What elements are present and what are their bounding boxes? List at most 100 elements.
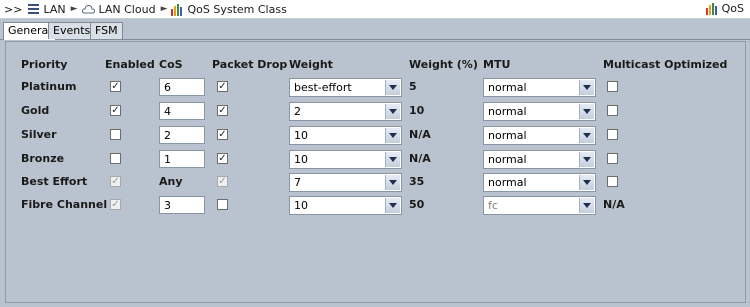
packet-drop-checkbox[interactable] [217,199,228,210]
priority-label: Platinum [21,80,77,93]
chevron-down-icon[interactable] [385,152,400,167]
weight-percent: N/A [409,152,431,165]
packet-drop-checkbox[interactable]: ✓ [217,129,228,140]
breadcrumb-label-lan-cloud: LAN Cloud [98,2,156,16]
list-icon [28,4,40,14]
chevron-down-icon[interactable] [579,80,594,95]
mtu-value: normal [488,105,527,118]
enabled-checkbox[interactable]: ✓ [110,105,121,116]
packet-drop-checkbox[interactable]: ✓ [217,81,228,92]
mtu-dropdown[interactable]: normal [483,150,596,169]
chevron-down-icon[interactable] [579,198,594,213]
chevron-down-icon[interactable] [385,104,400,119]
mtu-dropdown[interactable]: normal [483,126,596,145]
cos-value: Any [159,175,183,188]
chevron-down-icon[interactable] [385,128,400,143]
chevron-down-icon[interactable] [579,104,594,119]
header-multicast: Multicast Optimized [603,58,728,71]
header-weight: Weight [289,58,333,71]
breadcrumb-bar: >> LAN ► LAN Cloud ► QoS System Class Qo… [0,0,750,19]
packet-drop-checkbox: ✓ [217,176,228,187]
multicast-na: N/A [603,198,625,211]
multicast-checkbox[interactable] [607,81,618,92]
qos-icon [171,3,183,16]
mtu-value: normal [488,81,527,94]
mtu-value: normal [488,129,527,142]
packet-drop-checkbox[interactable]: ✓ [217,153,228,164]
chevron-right-icon: ► [160,4,168,14]
cos-input[interactable]: 2 [159,126,205,144]
header-mtu: MTU [483,58,511,71]
header-weight-pct: Weight (%) [409,58,478,71]
header-cos: CoS [159,58,183,71]
priority-label: Bronze [21,152,65,165]
mtu-dropdown[interactable]: fc [483,196,596,215]
weight-value: 7 [294,176,301,189]
multicast-checkbox[interactable] [607,153,618,164]
weight-dropdown[interactable]: 10 [289,196,402,215]
breadcrumb-expand[interactable]: >> [4,3,22,16]
chevron-down-icon[interactable] [579,175,594,190]
cos-input[interactable]: 3 [159,196,205,214]
packet-drop-checkbox[interactable]: ✓ [217,105,228,116]
priority-label: Best Effort [21,175,88,188]
enabled-checkbox[interactable] [110,153,121,164]
qos-icon [705,2,718,15]
enabled-checkbox[interactable] [110,129,121,140]
multicast-checkbox[interactable] [607,176,618,187]
cos-input[interactable]: 1 [159,150,205,168]
breadcrumb-item-lan-cloud[interactable]: LAN Cloud [81,2,156,16]
header-enabled: Enabled [105,58,155,71]
header-priority: Priority [21,58,68,71]
mtu-value: normal [488,153,527,166]
enabled-checkbox[interactable]: ✓ [110,81,121,92]
chevron-down-icon[interactable] [385,175,400,190]
weight-percent: 35 [409,175,425,188]
weight-dropdown[interactable]: 10 [289,126,402,145]
weight-dropdown[interactable]: best-effort [289,78,402,97]
mtu-dropdown[interactable]: normal [483,78,596,97]
chevron-down-icon[interactable] [385,198,400,213]
chevron-right-icon: ► [70,4,78,14]
chevron-down-icon[interactable] [579,128,594,143]
weight-value: 2 [294,105,301,118]
weight-value: 10 [294,153,308,166]
tab-strip: General Events FSM [0,19,750,40]
multicast-checkbox[interactable] [607,129,618,140]
chevron-down-icon[interactable] [385,80,400,95]
priority-label: Fibre Channel [21,198,108,211]
tab-events[interactable]: Events [48,22,96,39]
weight-dropdown[interactable]: 2 [289,102,402,121]
window-title: QoS [705,2,744,15]
mtu-value: normal [488,176,527,189]
window-title-label: QoS [721,2,744,15]
breadcrumb-label-lan: LAN [43,2,66,16]
breadcrumb-item-lan[interactable]: LAN [28,2,66,16]
priority-label: Gold [21,104,50,117]
priority-label: Silver [21,128,57,141]
mtu-value: fc [488,199,498,212]
weight-dropdown[interactable]: 10 [289,150,402,169]
mtu-dropdown[interactable]: normal [483,173,596,192]
chevron-down-icon[interactable] [579,152,594,167]
enabled-checkbox: ✓ [110,199,121,210]
multicast-checkbox[interactable] [607,105,618,116]
weight-value: 10 [294,129,308,142]
weight-dropdown[interactable]: 7 [289,173,402,192]
weight-value: 10 [294,199,308,212]
weight-percent: 5 [409,80,417,93]
breadcrumb-label-qos: QoS System Class [187,2,287,16]
mtu-dropdown[interactable]: normal [483,102,596,121]
breadcrumb-item-qos[interactable]: QoS System Class [171,2,287,16]
weight-value: best-effort [294,81,352,94]
weight-percent: 50 [409,198,425,211]
cloud-icon [81,4,95,14]
enabled-checkbox: ✓ [110,176,121,187]
qos-class-panel: Priority Enabled CoS Packet Drop Weight … [5,41,746,303]
cos-input[interactable]: 4 [159,102,205,120]
cos-input[interactable]: 6 [159,78,205,96]
weight-percent: N/A [409,128,431,141]
tab-fsm[interactable]: FSM [90,22,123,39]
weight-percent: 10 [409,104,425,117]
header-packet-drop: Packet Drop [212,58,288,71]
